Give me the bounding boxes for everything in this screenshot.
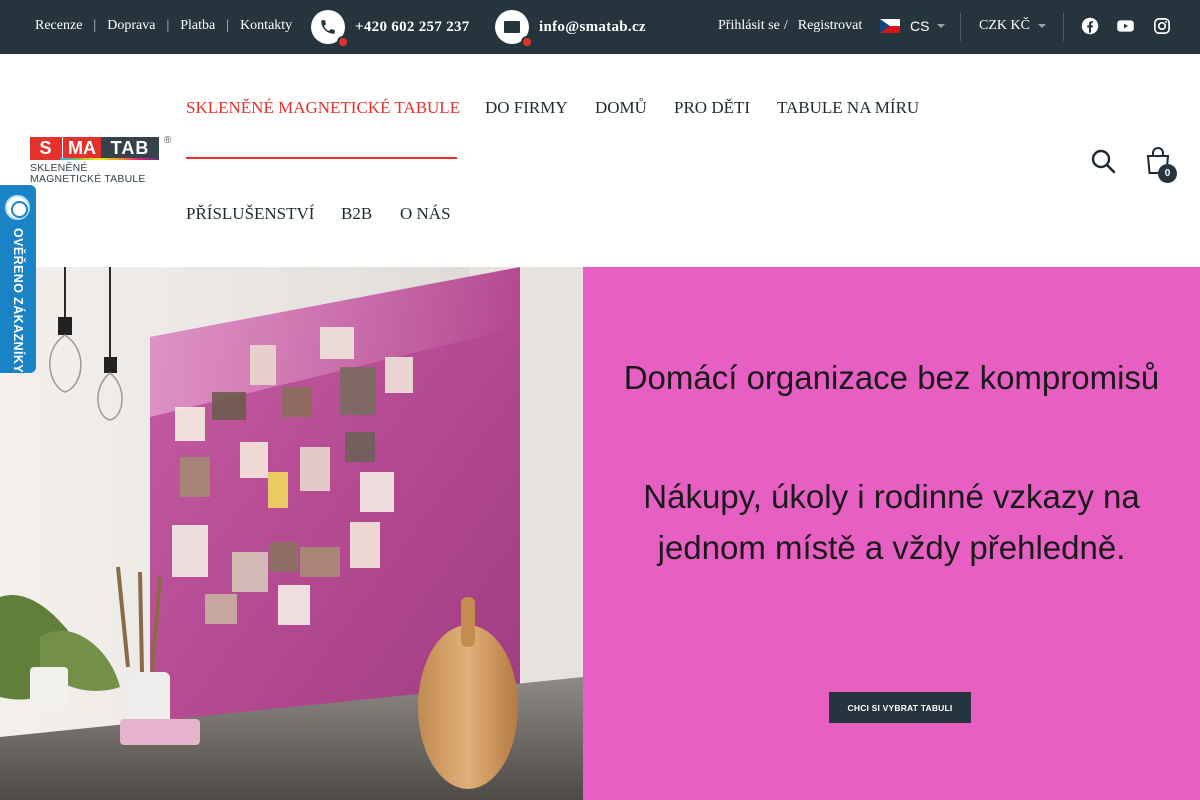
nav-item-b2b[interactable]: B2B [341,204,372,224]
nav-item-sklenene-tabule[interactable]: SKLENĚNÉ MAGNETICKÉ TABULE [186,98,460,118]
logo-part-ma: MA [63,137,101,160]
hero-subtitle: Nákupy, úkoly i rodinné vzkazy na jednom… [643,478,1140,566]
link-separator: | [166,18,170,33]
search-icon[interactable] [1090,148,1116,174]
instagram-icon[interactable] [1153,17,1171,35]
login-link[interactable]: Přihlásit se [718,18,780,34]
notification-dot [337,36,349,48]
mail-icon [495,10,533,48]
hero-panel: Domácí organizace bez kompromisů Nákupy,… [583,267,1200,800]
youtube-icon[interactable] [1116,17,1135,35]
site-header: S MA TAB ® SKLENĚNÉ MAGNETICKÉ TABULE SK… [0,54,1200,267]
divider [960,13,961,41]
chevron-down-icon [1037,24,1046,28]
currency-selector[interactable]: CZK KČ [979,18,1046,34]
nav-item-o-nas[interactable]: O NÁS [400,204,451,224]
link-separator: | [226,18,230,33]
hero-image [0,267,583,800]
language-code: CS [910,18,930,34]
phone-number[interactable]: +420 602 257 237 [355,19,470,36]
registered-mark: ® [164,135,172,146]
notification-dot [521,36,533,48]
czech-flag-icon [880,19,900,33]
nav-item-tabule-na-miru[interactable]: TABULE NA MÍRU [777,98,919,118]
logo-tagline: SKLENĚNÉ MAGNETICKÉ TABULE [30,163,175,185]
nav-item-prislusenstvi[interactable]: PŘÍSLUŠENSTVÍ [186,204,314,224]
choose-board-button[interactable]: CHCI SI VYBRAT TABULI [829,692,971,723]
nav-item-domu[interactable]: DOMŮ [595,98,647,118]
account-separator: / [783,18,788,33]
nav-item-do-firmy[interactable]: DO FIRMY [485,98,568,118]
logo-part-s: S [30,137,62,160]
smatab-logo[interactable]: S MA TAB ® SKLENĚNÉ MAGNETICKÉ TABULE [30,135,175,187]
link-recenze[interactable]: Recenze [35,18,82,34]
chevron-down-icon [937,24,946,28]
active-nav-underline [186,157,457,159]
divider [1063,13,1064,41]
phone-icon [311,10,349,48]
language-selector[interactable]: CS [880,18,946,34]
cart-count-badge[interactable]: 0 [1158,164,1177,183]
verified-badge-icon [5,195,30,220]
currency-code: CZK KČ [979,18,1030,33]
account-links: Přihlásit se / Registrovat [718,18,862,34]
facebook-icon[interactable] [1081,17,1099,35]
register-link[interactable]: Registrovat [798,18,863,34]
phone-contact[interactable]: +420 602 257 237 [311,10,470,48]
link-platba[interactable]: Platba [180,18,215,34]
logo-rainbow-stripe [60,158,158,160]
logo-part-tab: TAB [101,137,159,160]
top-bar: Recenze | Doprava | Platba | Kontakty +4… [0,0,1200,54]
email-contact[interactable]: info@smatab.cz [495,10,646,48]
logo-tagline-line2: MAGNETICKÉ TABULE [30,173,146,185]
verified-by-customers-widget[interactable]: OVĚŘENO ZÁKAZNÍKY [0,185,36,373]
hero-title: Domácí organizace bez kompromisů [623,359,1160,396]
link-separator: | [93,18,97,33]
link-doprava[interactable]: Doprava [107,18,155,34]
nav-item-pro-deti[interactable]: PRO DĚTI [674,98,750,118]
kitchen-magnetic-board-photo [0,267,583,800]
email-address[interactable]: info@smatab.cz [539,19,646,36]
top-links: Recenze | Doprava | Platba | Kontakty [35,18,292,34]
link-kontakty[interactable]: Kontakty [240,18,292,34]
verified-label: OVĚŘENO ZÁKAZNÍKY [11,228,25,374]
